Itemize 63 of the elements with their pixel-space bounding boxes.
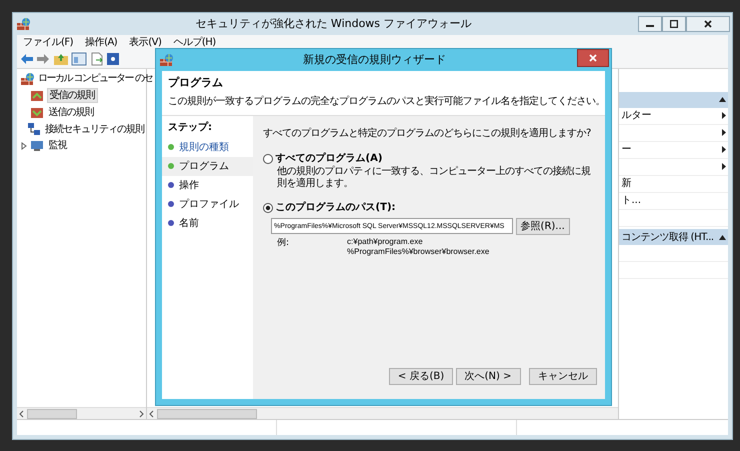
action-item[interactable]: ト... — [619, 192, 728, 210]
option-label[interactable]: このプログラムのパス(T): — [276, 200, 396, 215]
action-label: ー — [622, 143, 632, 157]
firewall-icon — [158, 53, 172, 67]
action-label: ルター — [622, 109, 652, 123]
expand-icon[interactable] — [20, 142, 28, 150]
step-item[interactable]: 操作 — [179, 178, 199, 192]
step-item[interactable]: 規則の種類 — [179, 140, 229, 154]
example-path: c:¥path¥program.exe — [347, 237, 424, 247]
radio-button[interactable] — [263, 154, 274, 164]
action-item[interactable]: ルター — [619, 108, 728, 124]
tree-item[interactable]: 送信の規則 — [46, 106, 96, 119]
tree-item[interactable]: 監視 — [46, 139, 68, 152]
maximize-button[interactable] — [662, 16, 686, 32]
export-list-icon[interactable] — [90, 52, 104, 66]
dialog-title: 新規の受信の規則ウィザード — [303, 52, 446, 68]
action-label: 新 — [622, 176, 632, 191]
option-description: 他の規則のプロパティに一致する、コンピューター上のすべての接続に規則を適用します。 — [276, 166, 592, 190]
firewall-icon — [20, 72, 34, 86]
back-button[interactable]: < 戻る(B) — [388, 368, 454, 385]
network-nodes-icon — [26, 122, 40, 136]
scrollbar-thumb[interactable] — [157, 408, 257, 418]
action-label: ト... — [622, 194, 642, 208]
step-item[interactable]: 名前 — [179, 216, 199, 230]
forward-arrow-icon[interactable] — [36, 53, 50, 65]
cancel-button[interactable]: キャンセル — [529, 368, 597, 385]
example-label: 例: — [277, 237, 290, 250]
menu-item[interactable]: ファイル(F) — [17, 35, 80, 50]
section-title: コンテンツ取得 (HT... — [622, 230, 715, 244]
monitor-icon — [30, 138, 44, 152]
example-path: %ProgramFiles%¥browser¥browser.exe — [347, 247, 490, 257]
action-item[interactable]: ー — [619, 142, 728, 158]
next-button[interactable]: 次へ(N) > — [456, 368, 520, 385]
folder-up-icon[interactable] — [52, 52, 68, 66]
option-label[interactable]: すべてのプログラム(A) — [276, 151, 382, 166]
menu-item[interactable]: 操作(A) — [79, 35, 124, 50]
page-heading: プログラム — [168, 75, 224, 91]
tree-item[interactable]: ローカル コンピューター のセ — [36, 72, 154, 85]
close-button[interactable] — [576, 49, 608, 67]
radio-button[interactable] — [263, 202, 274, 212]
minimize-button[interactable] — [638, 16, 662, 32]
steps-title: ステップ: — [167, 120, 213, 135]
step-item[interactable]: プロファイル — [179, 196, 239, 212]
window-title: セキュリティが強化された Windows ファイアウォール — [195, 16, 472, 32]
tree-item[interactable]: 受信の規則 — [46, 88, 98, 103]
action-item[interactable]: 新 — [619, 176, 728, 192]
maximize-icon — [670, 20, 678, 28]
menu-item[interactable]: ヘルプ(H) — [167, 35, 222, 50]
menu-item[interactable]: 表示(V) — [123, 35, 168, 50]
page-description: この規則が一致するプログラムの完全なプログラムのパスと実行可能ファイル名を指定してください。 — [168, 94, 599, 109]
close-icon — [704, 20, 712, 28]
collapse-arrow-icon[interactable] — [718, 97, 726, 102]
collapse-arrow-icon[interactable] — [718, 234, 726, 240]
scrollbar-thumb[interactable] — [27, 408, 77, 418]
browse-button[interactable]: 参照(R)... — [516, 218, 570, 234]
question-text: すべてのプログラムと特定のプログラムのどちらにこの規則を適用しますか? — [263, 126, 592, 141]
close-button[interactable] — [686, 16, 730, 32]
tree-item[interactable]: 接続セキュリティの規則 — [43, 122, 146, 136]
close-icon — [588, 54, 596, 62]
console-tree-icon[interactable] — [71, 52, 87, 66]
back-arrow-icon[interactable] — [20, 53, 34, 65]
section-header[interactable]: コンテンツ取得 (HT... — [619, 229, 728, 245]
firewall-icon — [16, 17, 30, 31]
